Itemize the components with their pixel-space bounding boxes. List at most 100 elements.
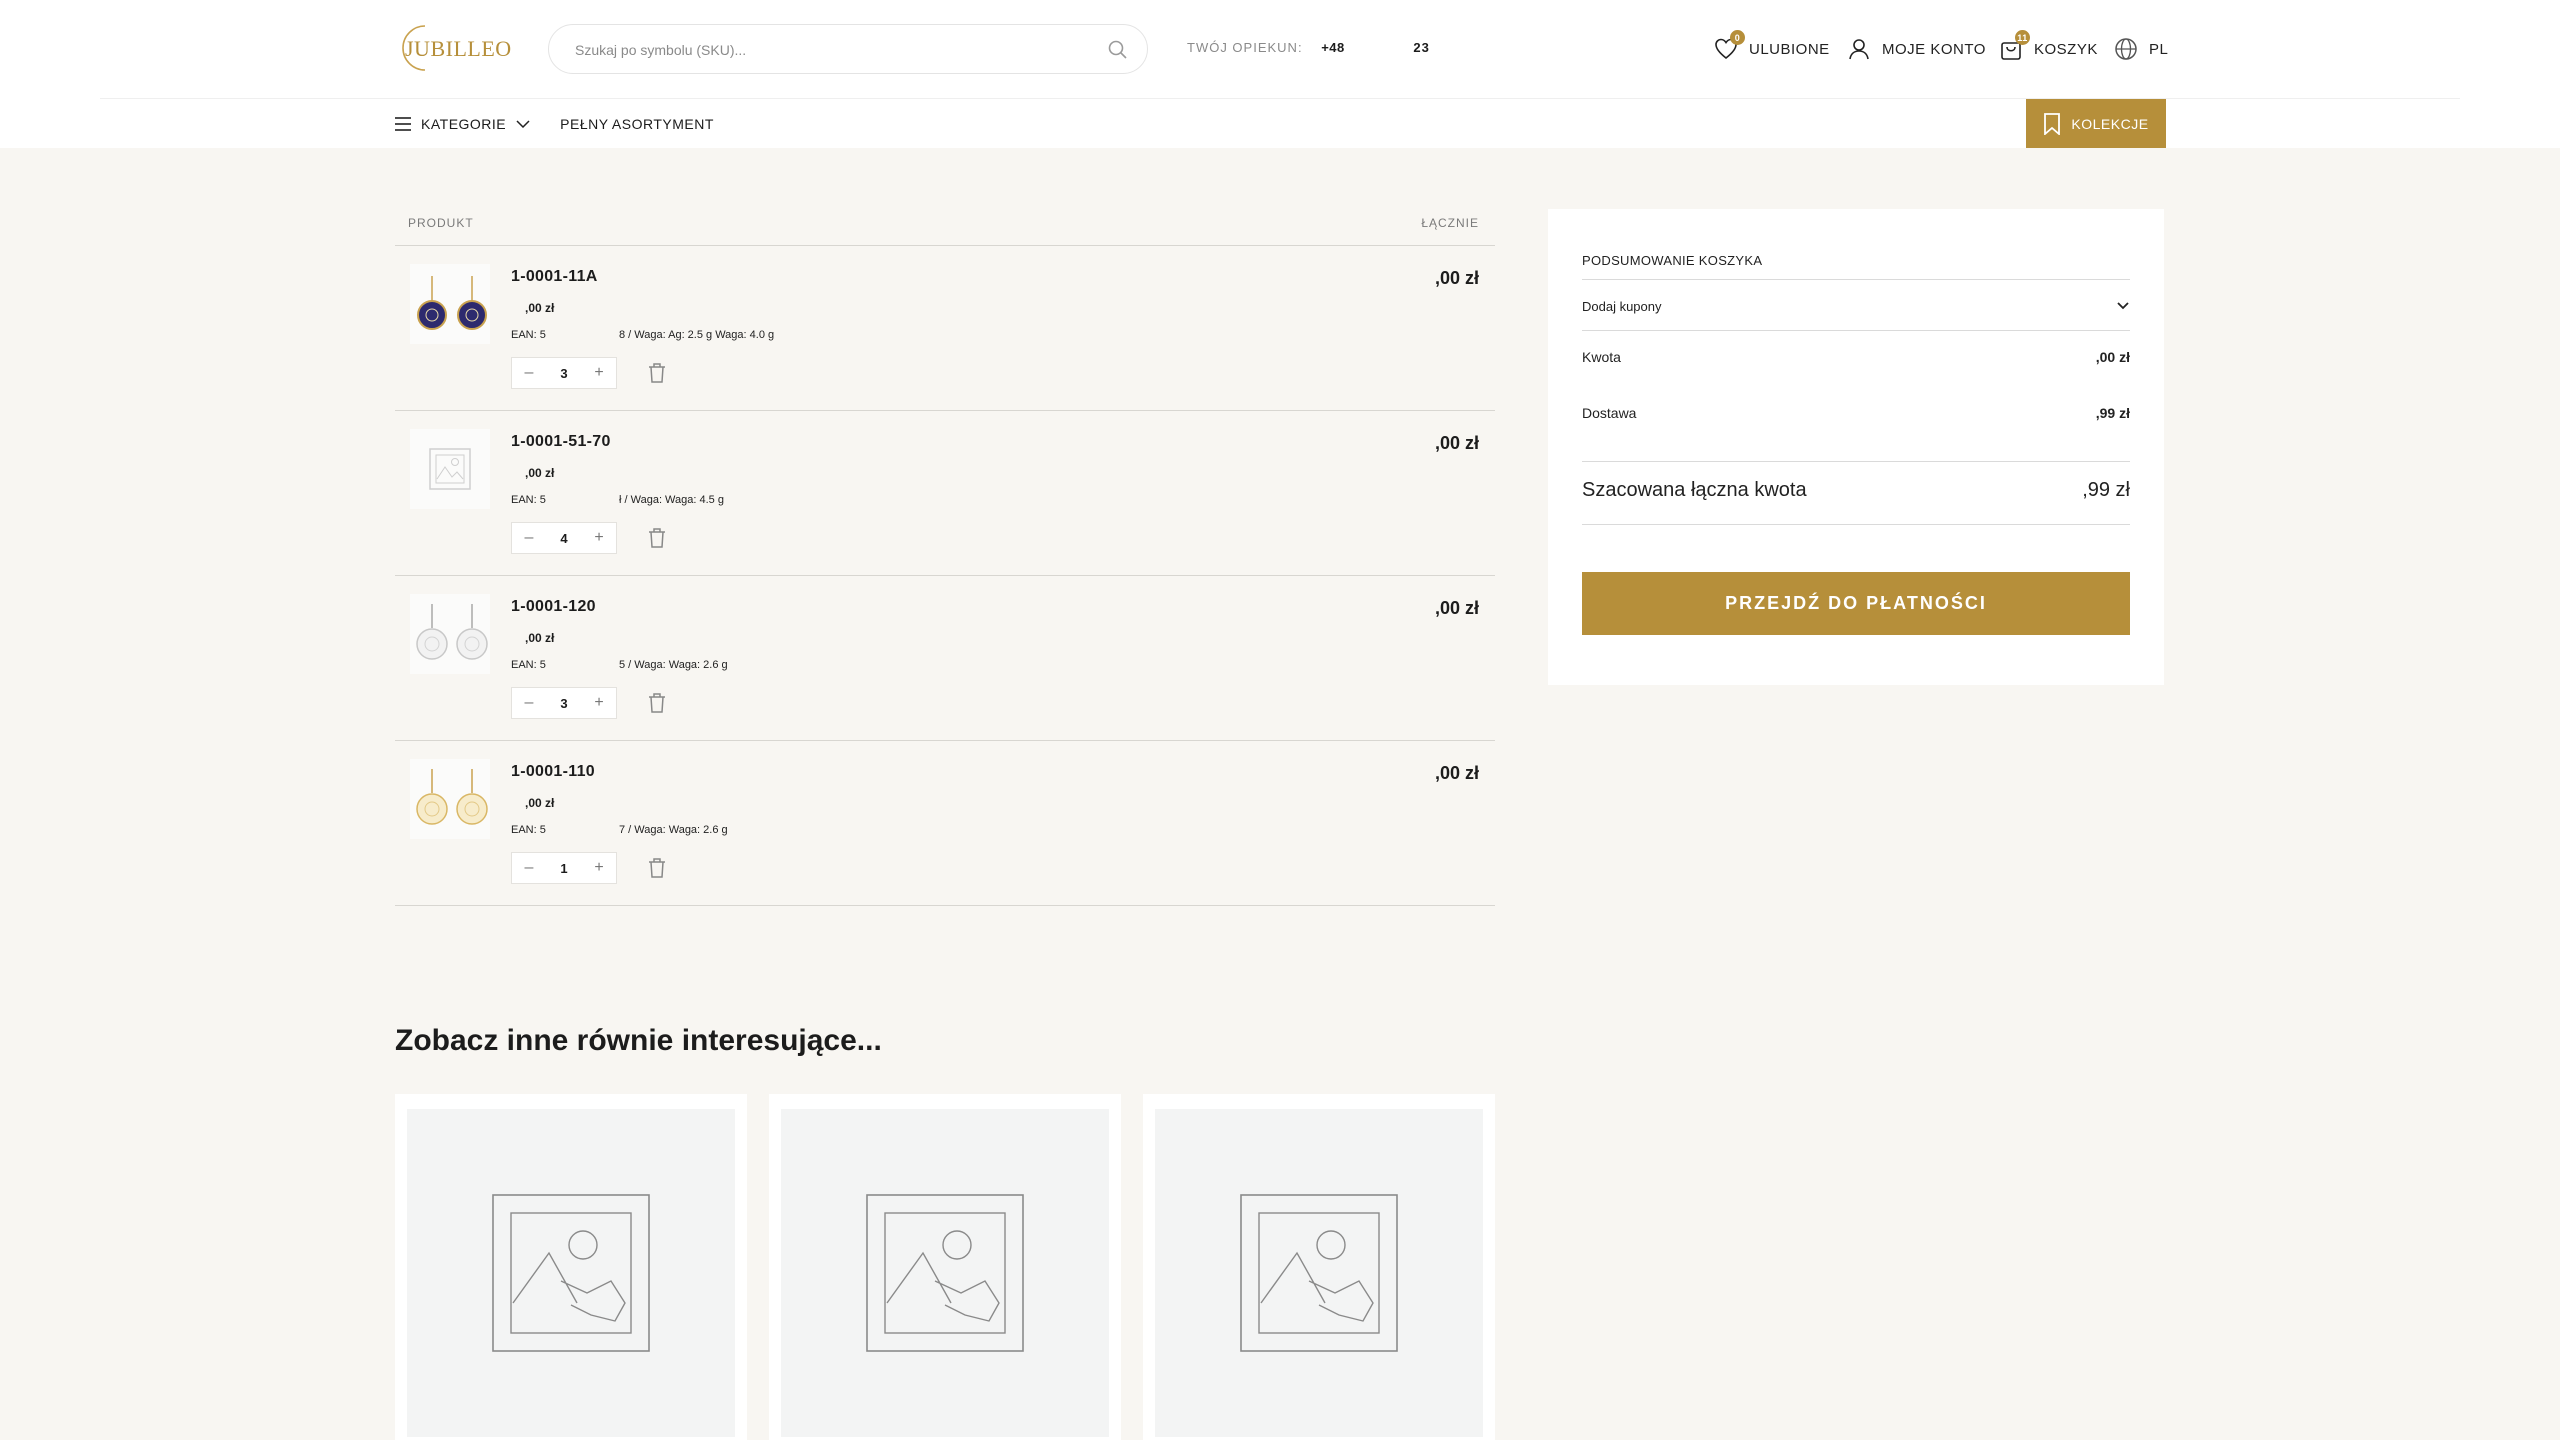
account-manager-label: TWÓJ OPIEKUN:	[1187, 40, 1303, 55]
quantity-value[interactable]: 4	[546, 531, 582, 546]
product-thumbnail[interactable]	[410, 264, 490, 344]
recommendations-title: Zobacz inne równie interesujące...	[395, 1024, 882, 1057]
cart-item: 1-0001-110 ,00 zł EAN: 5 7 / Waga: Waga:…	[395, 741, 1495, 906]
image-placeholder-icon	[1240, 1194, 1398, 1352]
summary-divider	[1582, 330, 2130, 331]
amount-row: Kwota ,00 zł	[1582, 349, 2130, 365]
product-unit-price: ,00 zł	[525, 301, 555, 315]
user-icon	[1846, 36, 1872, 62]
product-line-total: ,00 zł	[1434, 433, 1479, 453]
product-name[interactable]: 1-0001-110	[511, 763, 595, 781]
language-switcher[interactable]: PL	[2113, 32, 2168, 66]
trash-icon[interactable]	[647, 527, 667, 549]
hamburger-icon	[395, 117, 411, 131]
cart-link[interactable]: 11 KOSZYK	[1998, 30, 2098, 66]
decrease-quantity-button[interactable]: –	[512, 529, 546, 547]
quantity-stepper[interactable]: – 3 +	[511, 687, 617, 719]
search-icon[interactable]	[1107, 39, 1129, 61]
product-line-total: ,00 zł	[1434, 268, 1479, 288]
summary-title: PODSUMOWANIE KOSZYKA	[1582, 253, 1763, 268]
recommendation-card[interactable]	[769, 1094, 1121, 1440]
product-name[interactable]: 1-0001-120	[511, 598, 596, 616]
trash-icon[interactable]	[647, 692, 667, 714]
estimated-total-row: Szacowana łączna kwota ,99 zł	[1582, 479, 2130, 502]
favorites-link[interactable]: 0 ULUBIONE	[1713, 30, 1830, 66]
globe-icon	[2113, 36, 2139, 62]
cart-label: KOSZYK	[2034, 40, 2098, 58]
cart-badge: 11	[2015, 30, 2030, 45]
summary-divider	[1582, 524, 2130, 525]
quantity-stepper[interactable]: – 3 +	[511, 357, 617, 389]
cart-item: 1-0001-51-70 ,00 zł EAN: 5 ł / Waga: Wag…	[395, 411, 1495, 576]
decrease-quantity-button[interactable]: –	[512, 694, 546, 712]
bag-icon: 11	[1998, 30, 2030, 62]
my-account-link[interactable]: MOJE KONTO	[1846, 32, 1986, 66]
increase-quantity-button[interactable]: +	[582, 694, 616, 712]
product-meta: EAN: 5 ł / Waga: Waga: 4.5 g	[511, 494, 724, 506]
collections-label: KOLEKCJE	[2071, 115, 2149, 132]
search-box[interactable]	[548, 24, 1148, 74]
image-placeholder[interactable]	[407, 1109, 735, 1437]
quantity-stepper[interactable]: – 4 +	[511, 522, 617, 554]
cart-table-header: PRODUKT ŁĄCZNIE	[395, 200, 1495, 246]
image-placeholder-icon	[492, 1194, 650, 1352]
image-placeholder[interactable]	[1155, 1109, 1483, 1437]
product-name[interactable]: 1-0001-11A	[511, 268, 598, 286]
product-weight: 7 / Waga: Waga: 2.6 g	[619, 824, 728, 836]
product-ean: EAN: 5	[511, 824, 546, 836]
recommendation-card[interactable]	[395, 1094, 747, 1440]
checkout-button[interactable]: PRZEJDŹ DO PŁATNOŚCI	[1582, 572, 2130, 635]
categories-label: KATEGORIE	[421, 116, 507, 132]
quantity-value[interactable]: 3	[546, 696, 582, 711]
product-unit-price: ,00 zł	[525, 796, 555, 810]
estimated-total-label: Szacowana łączna kwota	[1582, 479, 1807, 501]
favorites-label: ULUBIONE	[1749, 40, 1830, 58]
categories-menu-button[interactable]: KATEGORIE	[395, 116, 530, 132]
product-thumbnail[interactable]	[410, 429, 490, 509]
account-manager: TWÓJ OPIEKUN: +48 23	[1187, 40, 1430, 55]
search-input[interactable]	[575, 37, 1075, 63]
account-manager-phone-tail[interactable]: 23	[1413, 40, 1429, 55]
product-thumbnail[interactable]	[410, 759, 490, 839]
account-manager-phone[interactable]: +48	[1321, 40, 1345, 55]
heart-icon: 0	[1713, 30, 1745, 62]
my-account-label: MOJE KONTO	[1882, 40, 1986, 58]
increase-quantity-button[interactable]: +	[582, 529, 616, 547]
svg-text:JUBILLEO: JUBILLEO	[405, 36, 512, 61]
product-ean: EAN: 5	[511, 329, 546, 341]
product-ean: EAN: 5	[511, 659, 546, 671]
trash-icon[interactable]	[647, 362, 667, 384]
full-range-link[interactable]: PEŁNY ASORTYMENT	[560, 116, 714, 132]
cart-item: 1-0001-11A ,00 zł EAN: 5 8 / Waga: Ag: 2…	[395, 246, 1495, 411]
summary-divider	[1582, 279, 2130, 280]
favorites-badge: 0	[1730, 30, 1745, 45]
increase-quantity-button[interactable]: +	[582, 364, 616, 382]
trash-icon[interactable]	[647, 857, 667, 879]
main-menu: KATEGORIE PEŁNY ASORTYMENT	[395, 100, 714, 148]
product-meta: EAN: 5 5 / Waga: Waga: 2.6 g	[511, 659, 728, 671]
image-placeholder[interactable]	[781, 1109, 1109, 1437]
product-name[interactable]: 1-0001-51-70	[511, 433, 611, 451]
cart-summary: PODSUMOWANIE KOSZYKA Dodaj kupony Kwota …	[1548, 209, 2164, 685]
jubilleo-logo[interactable]: JUBILLEO	[395, 18, 515, 78]
column-total: ŁĄCZNIE	[1421, 216, 1479, 230]
quantity-value[interactable]: 3	[546, 366, 582, 381]
bookmark-icon	[2044, 112, 2061, 135]
quantity-value[interactable]: 1	[546, 861, 582, 876]
product-weight: ł / Waga: Waga: 4.5 g	[619, 494, 724, 506]
summary-divider	[1582, 461, 2130, 462]
decrease-quantity-button[interactable]: –	[512, 364, 546, 382]
recommendation-card[interactable]	[1143, 1094, 1495, 1440]
delivery-label: Dostawa	[1582, 405, 1637, 421]
delivery-value: ,99 zł	[2095, 405, 2130, 421]
chevron-down-icon	[2117, 302, 2129, 310]
quantity-stepper[interactable]: – 1 +	[511, 852, 617, 884]
amount-value: ,00 zł	[2095, 349, 2130, 365]
increase-quantity-button[interactable]: +	[582, 859, 616, 877]
coupon-toggle[interactable]: Dodaj kupony	[1582, 299, 2130, 314]
decrease-quantity-button[interactable]: –	[512, 859, 546, 877]
column-product: PRODUKT	[408, 216, 474, 230]
product-thumbnail[interactable]	[410, 594, 490, 674]
product-unit-price: ,00 zł	[525, 466, 555, 480]
collections-button[interactable]: KOLEKCJE	[2026, 99, 2166, 148]
